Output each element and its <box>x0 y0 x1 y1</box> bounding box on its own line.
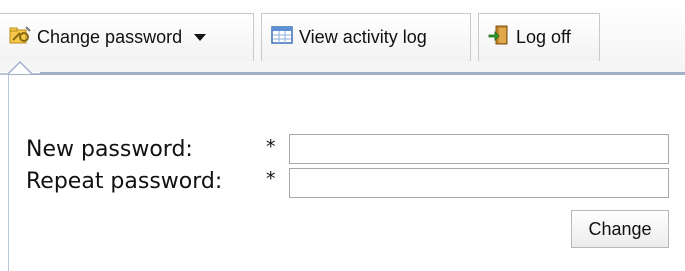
new-password-label: New password: <box>26 137 193 162</box>
new-password-field[interactable] <box>289 134 669 164</box>
log-off-label: Log off <box>516 27 571 47</box>
table-icon <box>271 25 293 50</box>
view-activity-log-button[interactable]: View activity log <box>261 13 471 61</box>
door-exit-icon <box>488 24 510 51</box>
repeat-password-label: Repeat password: <box>26 169 223 194</box>
chevron-down-icon[interactable] <box>194 34 207 41</box>
required-marker: * <box>266 136 276 158</box>
panel-top-border <box>40 72 685 74</box>
change-button[interactable]: Change <box>571 210 669 248</box>
required-marker: * <box>266 168 276 190</box>
change-password-label: Change password <box>37 27 183 47</box>
page: Change password View activity log Log of… <box>0 0 685 271</box>
change-password-menu-button[interactable]: Change password <box>0 13 254 61</box>
panel-pointer-icon <box>0 60 60 75</box>
key-folder-icon <box>9 24 31 51</box>
log-off-button[interactable]: Log off <box>478 13 600 61</box>
view-activity-log-label: View activity log <box>299 27 427 47</box>
toolbar: Change password View activity log Log of… <box>0 0 685 72</box>
repeat-password-field[interactable] <box>289 168 669 198</box>
